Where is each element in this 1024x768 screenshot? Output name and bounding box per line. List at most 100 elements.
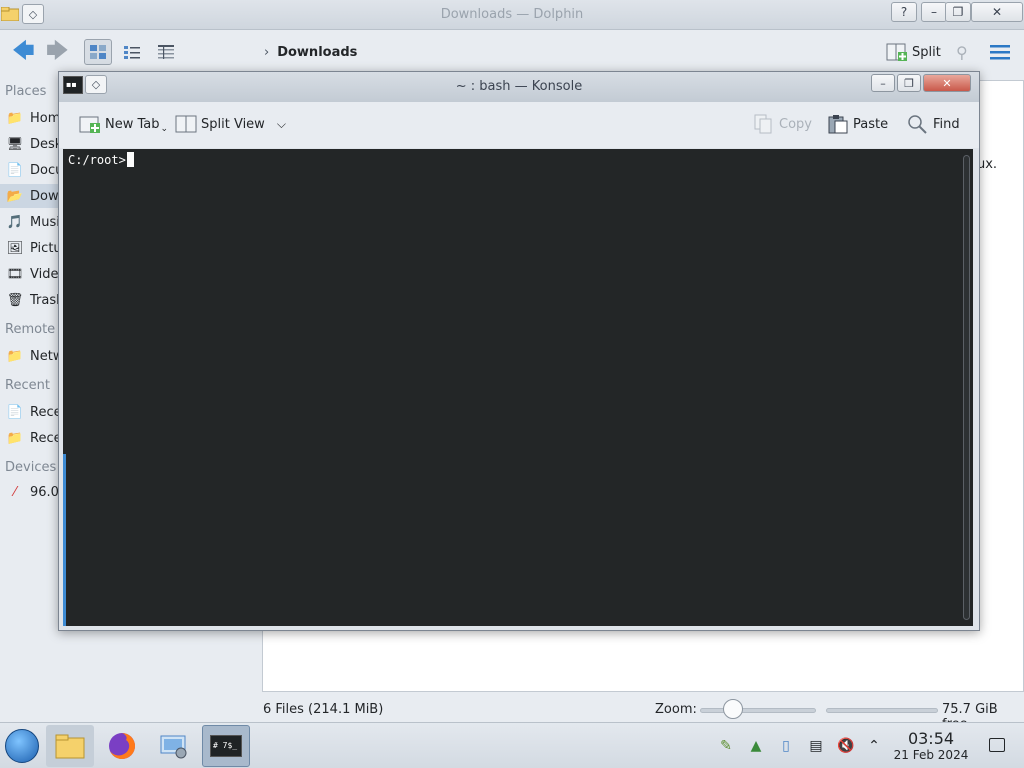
file-name-fragment: ux. (977, 157, 998, 172)
sidebar-item-recent-files[interactable]: 📄 Rece (4, 400, 62, 424)
konsole-toolbar: New Tab ⌄ Split View ⌵ Copy Paste Find (59, 102, 979, 148)
search-icon[interactable]: ⚲ (956, 43, 968, 62)
back-arrow-icon[interactable]: 🡄 (12, 41, 35, 63)
recent-locations-icon: 📁 (6, 430, 24, 446)
sidebar-item-documents[interactable]: 📄 Docu (4, 158, 63, 182)
paste-icon (828, 115, 848, 134)
task-dolphin[interactable] (46, 725, 94, 767)
copy-icon (754, 114, 772, 134)
clock-date: 21 Feb 2024 (893, 748, 969, 762)
details-view-icon[interactable] (152, 39, 180, 65)
find-button[interactable]: Find (907, 114, 960, 134)
documents-icon: 📄 (6, 162, 24, 178)
folder-icon (55, 734, 85, 759)
copy-label: Copy (779, 116, 812, 132)
breadcrumb[interactable]: › Downloads (264, 45, 357, 60)
new-tab-icon (79, 116, 100, 133)
zoom-slider-handle[interactable] (723, 699, 743, 719)
split-view-label: Split View (201, 116, 265, 132)
file-count: 6 Files (214.1 MiB) (263, 702, 384, 717)
find-label: Find (933, 116, 960, 132)
firefox-icon (109, 733, 135, 759)
sidebar-item-network[interactable]: 📁 Netw (4, 344, 64, 368)
sidebar-item-pictures[interactable]: 🖼 Pictu (4, 236, 62, 260)
sidebar-item-home[interactable]: 📁 Hom (4, 106, 61, 130)
chevron-up-icon[interactable]: ⌃ (864, 736, 884, 756)
task-system-settings[interactable] (150, 725, 198, 767)
package-updates-icon[interactable]: ✎ (716, 736, 736, 756)
hamburger-menu-icon[interactable] (990, 44, 1010, 64)
breadcrumb-current: Downloads (277, 45, 358, 60)
find-icon (908, 115, 927, 134)
chevron-down-icon[interactable]: ⌵ (277, 117, 286, 132)
dolphin-title: Downloads — Dolphin (440, 7, 584, 22)
taskbar: # 7$_ ✎ ▲ ▯ ▤ 🔇 ⌃ 03:54 21 Feb 2024 (0, 722, 1024, 768)
terminal-area[interactable]: C:/root> (63, 149, 973, 626)
videos-folder-icon: 🎞 (6, 266, 24, 282)
forward-arrow-icon[interactable]: 🡆 (46, 41, 69, 63)
paste-button[interactable]: Paste (827, 114, 888, 134)
konsole-titlebar[interactable]: ▪▪ ◇ ~ : bash — Konsole – ❐ ✕ (59, 72, 979, 102)
sidebar-item-trash[interactable]: 🗑 Trash (4, 288, 64, 312)
notes-icon[interactable]: ▤ (806, 736, 826, 756)
update-notifier-icon[interactable]: ▲ (746, 736, 766, 756)
compact-view-icon[interactable] (118, 39, 146, 65)
split-label: Split (912, 44, 941, 60)
maximize-button[interactable]: ❐ (945, 2, 971, 22)
task-konsole[interactable]: # 7$_ (202, 725, 250, 767)
task-firefox[interactable] (98, 725, 146, 767)
status-bar: 6 Files (214.1 MiB) Zoom: 75.7 GiB free (0, 698, 1024, 732)
network-folder-icon: 📁 (6, 348, 24, 364)
sidebar-item-music[interactable]: 🎵 Musi (4, 210, 60, 234)
konsole-maximize-button[interactable]: ❐ (897, 74, 921, 92)
konsole-minimize-button[interactable]: – (871, 74, 895, 92)
copy-button[interactable]: Copy (753, 114, 812, 134)
downloads-folder-icon: 📂 (6, 188, 24, 204)
sidebar-item-videos[interactable]: 🎞 Video (4, 262, 64, 286)
show-desktop-icon[interactable] (989, 738, 1005, 752)
drive-icon: ⁄ (13, 484, 17, 500)
chevron-right-icon: › (264, 45, 270, 60)
icons-view-icon[interactable] (84, 39, 112, 65)
sidebar-item-recent-locations[interactable]: 📁 Rece (4, 426, 62, 450)
music-folder-icon: 🎵 (6, 214, 24, 230)
clock-time: 03:54 (907, 729, 955, 748)
free-space-bar (826, 708, 938, 713)
terminal-prompt: C:/root> (68, 153, 126, 167)
sidebar-item-drive[interactable]: ⁄ 96.0 (4, 480, 59, 504)
minimize-button[interactable]: – (921, 2, 947, 22)
new-tab-button[interactable]: New Tab ⌄ (79, 114, 168, 134)
split-view-icon (175, 115, 197, 133)
places-header: Places (5, 84, 47, 99)
volume-muted-icon[interactable]: 🔇 (836, 736, 856, 756)
paste-label: Paste (853, 116, 889, 132)
clipboard-icon[interactable]: ▯ (776, 736, 796, 756)
devices-header: Devices (5, 460, 57, 475)
desktop-icon: 🖥 (6, 136, 24, 152)
konsole-close-button[interactable]: ✕ (923, 74, 971, 92)
sidebar-item-desktop[interactable]: 🖥 Desk (4, 132, 63, 156)
recent-files-icon: 📄 (6, 404, 24, 420)
terminal-icon: # 7$_ (210, 735, 242, 757)
konsole-window: ▪▪ ◇ ~ : bash — Konsole – ❐ ✕ New Tab ⌄ … (58, 71, 980, 631)
split-button[interactable]: Split (886, 42, 941, 62)
system-settings-icon (160, 735, 187, 759)
help-button[interactable]: ? (891, 2, 917, 22)
split-view-button[interactable]: Split View ⌵ (175, 114, 286, 134)
sidebar-item-downloads[interactable]: 📂 Dow (0, 184, 64, 208)
terminal-focus-accent (63, 454, 66, 626)
zoom-slider[interactable] (700, 708, 816, 713)
start-menu-button[interactable] (5, 729, 39, 763)
terminal-cursor (126, 152, 134, 167)
dolphin-titlebar[interactable]: ◇ Downloads — Dolphin ? – ❐ ✕ (0, 0, 1024, 30)
pictures-folder-icon: 🖼 (6, 240, 24, 256)
remote-header: Remote (5, 322, 56, 337)
recent-header: Recent (5, 378, 50, 393)
zoom-label: Zoom: (655, 702, 697, 717)
clock[interactable]: 03:54 21 Feb 2024 (892, 729, 970, 763)
new-tab-label: New Tab (105, 116, 160, 132)
terminal-scrollbar[interactable] (963, 155, 970, 620)
close-button[interactable]: ✕ (971, 2, 1023, 22)
places-panel: Places 📁 Hom 🖥 Desk 📄 Docu 📂 Dow 🎵 Musi 🖼 Pict… (0, 80, 64, 700)
home-folder-icon: 📁 (6, 110, 24, 126)
